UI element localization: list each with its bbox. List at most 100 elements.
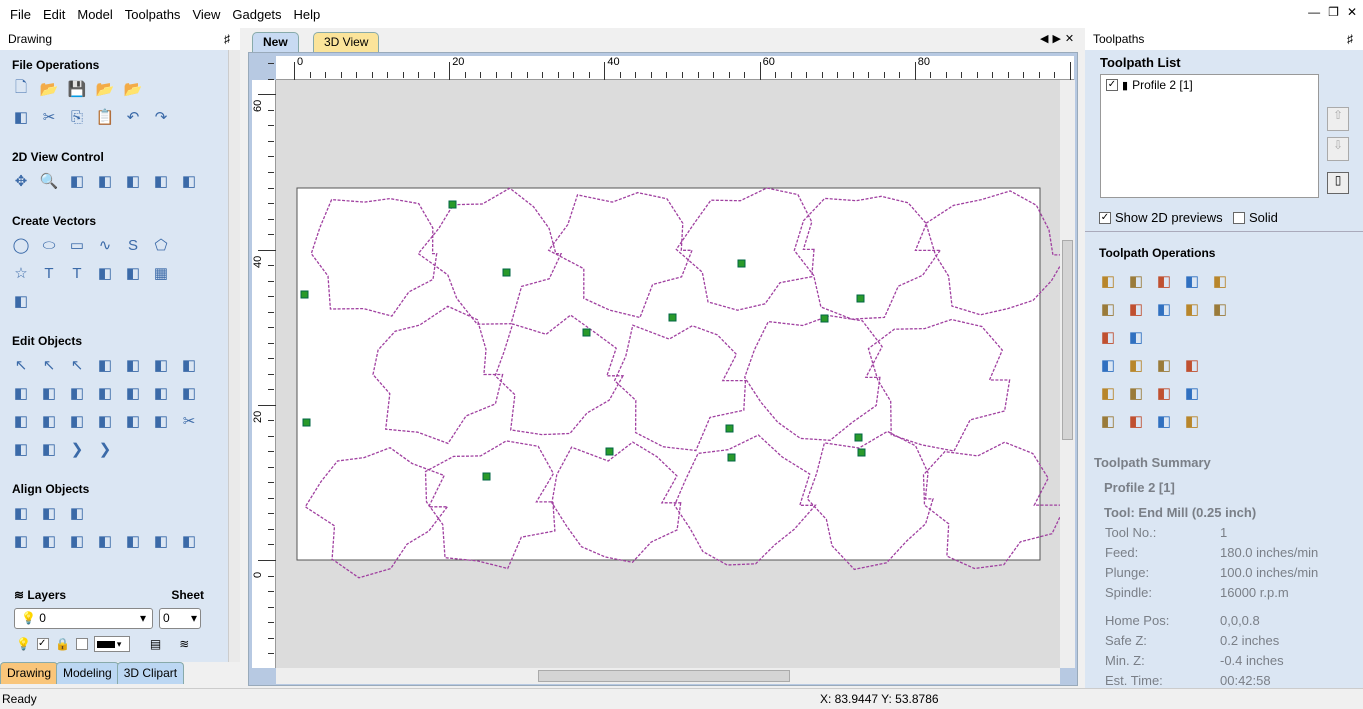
paste-icon[interactable]: 📋 (94, 106, 116, 128)
profile-icon[interactable]: ◧ (1125, 270, 1147, 292)
node-edit-icon[interactable]: ↖ (38, 354, 60, 376)
vcarve-icon[interactable]: ◧ (1181, 270, 1203, 292)
visible-checkbox[interactable]: ✓ (36, 638, 49, 650)
start-node[interactable] (482, 472, 491, 481)
zoom-box-icon[interactable]: 🔍 (38, 170, 60, 192)
edit-icon[interactable]: ◧ (1125, 354, 1147, 376)
align-bottom-icon[interactable]: ◧ (122, 530, 144, 552)
menu-toolpaths[interactable]: Toolpaths (119, 7, 187, 22)
select-all-icon[interactable]: ◧ (10, 106, 32, 128)
timer-icon[interactable]: ◧ (1125, 410, 1147, 432)
trim-icon[interactable]: ◧ (178, 382, 200, 404)
zoom-selection-icon[interactable]: ◧ (94, 170, 116, 192)
checkbox[interactable]: ✓ (1099, 211, 1111, 224)
texture-icon[interactable]: ◧ (1209, 270, 1231, 292)
close-icon[interactable]: ✕ (1347, 5, 1357, 19)
start-node[interactable] (502, 268, 511, 277)
copy-icon[interactable]: ⎘ (66, 106, 88, 128)
recalc-icon[interactable]: ◧ (1097, 354, 1119, 376)
view-nav-icons[interactable]: ◀▶✕ (1040, 32, 1078, 45)
start-node[interactable] (820, 314, 829, 323)
tab-modeling[interactable]: Modeling (56, 662, 119, 684)
prism-icon[interactable]: ◧ (1181, 298, 1203, 320)
pin-icon[interactable]: ♯ (1347, 32, 1353, 46)
circle-icon[interactable]: ◯ (10, 234, 32, 256)
bracket-icon[interactable]: ◧ (38, 438, 60, 460)
layers-stack-icon[interactable]: ≋ (179, 637, 189, 651)
layer-manager-icon[interactable]: ▤ (150, 637, 161, 651)
offset-icon[interactable]: ◧ (10, 382, 32, 404)
start-node[interactable] (582, 328, 591, 337)
text-on-curve-icon[interactable]: ◧ (94, 262, 116, 284)
center-h-icon[interactable]: ◧ (150, 530, 172, 552)
start-node[interactable] (668, 313, 677, 322)
align-left-icon[interactable]: ◧ (38, 530, 60, 552)
rectangle-icon[interactable]: ▭ (66, 234, 88, 256)
chamfer-icon[interactable]: ◧ (1209, 298, 1231, 320)
view-export-icon[interactable]: ◧ (178, 170, 200, 192)
vertical-scrollbar[interactable] (1060, 80, 1075, 668)
array-icon[interactable]: ▦ (150, 262, 172, 284)
left-scrollbar[interactable] (228, 50, 240, 662)
export-icon[interactable]: ◧ (1181, 410, 1203, 432)
merge-icon[interactable]: ◧ (1097, 382, 1119, 404)
box-icon[interactable]: ◧ (10, 438, 32, 460)
pan-icon[interactable]: ✥ (10, 170, 32, 192)
save-icon[interactable]: ◧ (1153, 410, 1175, 432)
checkbox[interactable] (1233, 211, 1245, 224)
toolpath-details-button[interactable]: ▯ (1327, 172, 1349, 194)
center-v-icon[interactable]: ◧ (178, 530, 200, 552)
template-icon[interactable]: ◧ (1153, 382, 1175, 404)
zoom-all-icon[interactable]: ◧ (66, 170, 88, 192)
align-grid-icon[interactable]: ◧ (94, 382, 116, 404)
mirror-icon[interactable]: ◧ (66, 382, 88, 404)
restore-icon[interactable]: ❐ (1328, 5, 1339, 19)
ungroup-icon[interactable]: ◧ (122, 354, 144, 376)
draw-tool-icon[interactable]: ◧ (10, 290, 32, 312)
view-fit-icon[interactable]: ◧ (150, 170, 172, 192)
redo-icon[interactable]: ↷ (150, 106, 172, 128)
align-all-icon[interactable]: ◧ (10, 530, 32, 552)
align-center-icon[interactable]: ◧ (10, 502, 32, 524)
material-icon[interactable]: ◧ (1097, 410, 1119, 432)
open-file-icon[interactable]: 📂 (38, 78, 60, 100)
join-icon[interactable]: ◧ (10, 410, 32, 432)
text-arc-icon[interactable]: ◧ (122, 262, 144, 284)
move-down-button[interactable]: ⇩ (1327, 137, 1349, 161)
minimize-icon[interactable]: — (1308, 5, 1320, 19)
resize-icon[interactable]: ◧ (38, 382, 60, 404)
extend-icon[interactable]: ◧ (94, 410, 116, 432)
start-node[interactable] (856, 294, 865, 303)
lock-checkbox[interactable] (75, 638, 88, 650)
start-node[interactable] (300, 290, 309, 299)
undo-icon[interactable]: ↶ (122, 106, 144, 128)
toolpath-array-icon[interactable]: ◧ (1181, 382, 1203, 404)
menu-edit[interactable]: Edit (37, 7, 71, 22)
align-v-icon[interactable]: ◧ (66, 502, 88, 524)
polyline-icon[interactable]: ∿ (94, 234, 116, 256)
checkbox[interactable]: ✓ (1106, 79, 1118, 91)
measure-icon[interactable]: ◧ (150, 354, 172, 376)
start-node[interactable] (725, 424, 734, 433)
lightbulb-icon[interactable]: 💡 (16, 637, 31, 651)
show-2d-previews[interactable]: ✓ Show 2D previews (1099, 210, 1223, 225)
arrow-icon[interactable]: ❯ (66, 438, 88, 460)
tab-drawing[interactable]: Drawing (0, 662, 59, 684)
array-copy-icon[interactable]: ◧ (122, 382, 144, 404)
quick-engrave-icon[interactable]: ◧ (1153, 298, 1175, 320)
scale-icon[interactable]: ◧ (178, 354, 200, 376)
layer-color-picker[interactable]: ▾ (93, 636, 130, 652)
pocket-icon[interactable]: ◧ (1097, 270, 1119, 292)
solid-checkbox[interactable]: Solid (1233, 210, 1278, 225)
menu-model[interactable]: Model (71, 7, 118, 22)
start-node[interactable] (448, 200, 457, 209)
layer-select[interactable]: 💡 0 ▾ (14, 608, 153, 629)
moulding-icon[interactable]: ◧ (1097, 326, 1119, 348)
new-file-icon[interactable]: 🗋 (10, 78, 32, 100)
horizontal-scrollbar[interactable] (276, 668, 1060, 684)
text-icon[interactable]: T (38, 262, 60, 284)
sheet-select[interactable]: 0 ▾ (159, 608, 201, 629)
scissors-icon[interactable]: ✂ (178, 410, 200, 432)
tab-new[interactable]: New (252, 32, 299, 52)
view-toggle-icon[interactable]: ◧ (122, 170, 144, 192)
